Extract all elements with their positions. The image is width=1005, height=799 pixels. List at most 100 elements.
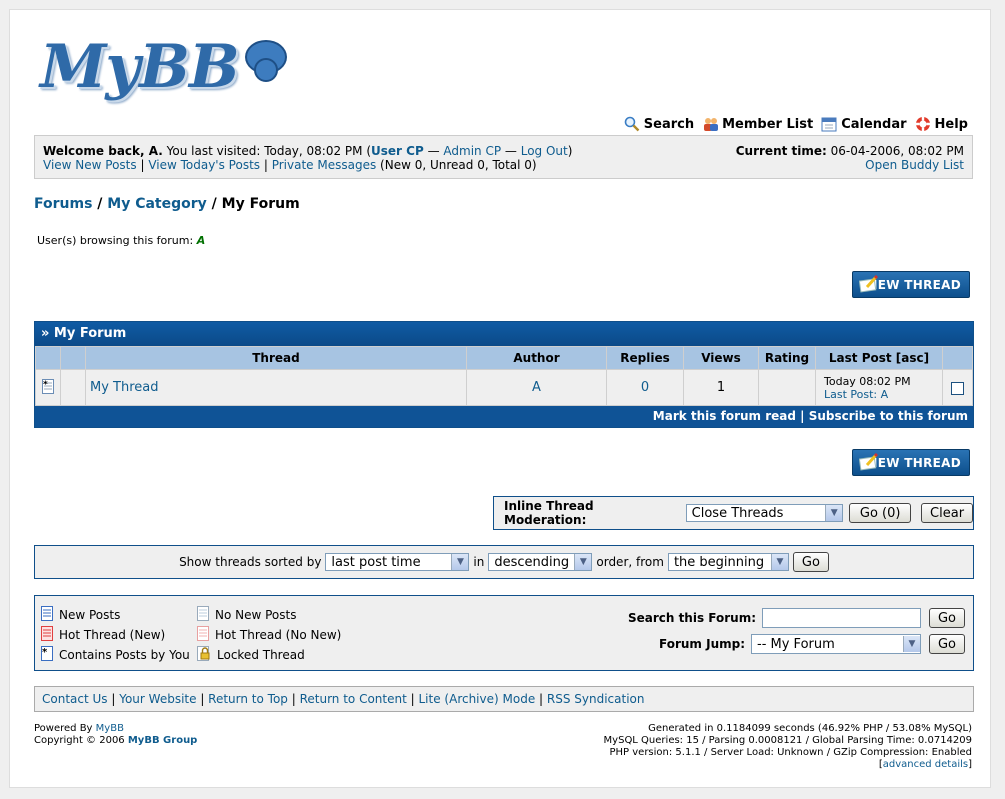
moderation-clear-button[interactable]: Clear <box>921 503 973 523</box>
forum-jump-label: Forum Jump: <box>659 637 745 651</box>
new-thread-icon <box>858 274 879 293</box>
inline-moderation-label: Inline Thread Moderation: <box>504 499 594 527</box>
search-forum-input[interactable] <box>762 608 921 628</box>
lite-archive-mode-link[interactable]: Lite (Archive) Mode <box>419 692 536 706</box>
legend-contains-yours: * Contains Posts by You <box>41 646 190 664</box>
thread-select-checkbox[interactable] <box>951 381 964 395</box>
legend-hot-no-new-label: Hot Thread (No New) <box>215 628 342 642</box>
rss-syndication-link[interactable]: RSS Syndication <box>547 692 645 706</box>
chevron-down-icon: ▼ <box>825 505 843 521</box>
thread-title-cell: My Thread <box>85 369 467 406</box>
private-messages-link[interactable]: Private Messages <box>272 158 377 172</box>
chevron-down-icon: ▼ <box>574 554 592 570</box>
col-replies[interactable]: Replies <box>606 346 684 370</box>
sort-in-label: in <box>473 555 485 569</box>
hot-thread-new-icon <box>41 626 53 644</box>
legend-new-posts: New Posts <box>41 606 120 624</box>
user-cp-link[interactable]: User CP <box>371 144 424 158</box>
col-rating[interactable]: Rating <box>758 346 816 370</box>
members-icon <box>702 116 719 132</box>
new-thread-button-bottom[interactable]: NEW THREAD <box>852 449 970 476</box>
search-forum-go-button[interactable]: Go <box>929 608 965 628</box>
chevron-down-icon: ▼ <box>451 554 469 570</box>
current-time-label: Current time: <box>735 144 827 158</box>
stats-line-1: Generated in 0.1184099 seconds (46.92% P… <box>648 723 972 734</box>
advanced-details-link[interactable]: advanced details <box>883 759 968 770</box>
menu-search-label: Search <box>643 116 695 132</box>
help-icon <box>915 116 931 132</box>
moderation-action-value: Close Threads <box>691 505 784 521</box>
footer-sep: | <box>795 409 809 423</box>
forum-jump-row: Forum Jump: -- My Forum ▼ Go <box>659 634 965 654</box>
new-thread-button-top[interactable]: NEW THREAD <box>852 271 970 298</box>
search-icon <box>624 116 640 132</box>
admin-cp-link[interactable]: Admin CP <box>443 144 501 158</box>
speech-bubble-small-icon <box>254 58 278 82</box>
thread-author-link[interactable]: A <box>532 380 541 395</box>
last-post-author-link[interactable]: A <box>881 388 889 401</box>
thread-link[interactable]: My Thread <box>90 380 159 395</box>
powered-by-label: Powered By <box>34 723 96 734</box>
moderation-go-button[interactable]: Go (0) <box>849 503 912 523</box>
forum-jump-go-button[interactable]: Go <box>929 634 965 654</box>
welcome-panel: Welcome back, A. You last visited: Today… <box>34 135 973 179</box>
sort-from-select[interactable]: the beginning ▼ <box>667 553 789 571</box>
thread-replies-link[interactable]: 0 <box>641 380 649 395</box>
menu-help-label: Help <box>934 116 968 132</box>
menu-member-list-label: Member List <box>722 116 814 132</box>
breadcrumb-category[interactable]: My Category <box>107 196 207 212</box>
forum-jump-select[interactable]: -- My Forum ▼ <box>751 634 921 654</box>
mybb-link[interactable]: MyBB <box>96 723 124 734</box>
col-thread[interactable]: Thread <box>85 346 467 370</box>
last-post-link[interactable]: Last Post: <box>824 388 881 401</box>
col-last-post[interactable]: Last Post [asc] <box>815 346 943 370</box>
col-views[interactable]: Views <box>683 346 759 370</box>
thread-select-cell <box>942 369 973 406</box>
mark-forum-read-link[interactable]: Mark this forum read <box>653 409 796 423</box>
copyright-label: Copyright © 2006 <box>34 735 128 746</box>
menu-help[interactable]: Help <box>915 116 968 132</box>
new-thread-label: NEW THREAD <box>867 277 961 292</box>
browsing-user[interactable]: A <box>197 234 206 247</box>
view-new-posts-link[interactable]: View New Posts <box>43 158 137 172</box>
bottom-links: Contact Us | Your Website | Return to To… <box>34 686 974 712</box>
thread-last-post-cell: Today 08:02 PM Last Post: A <box>815 369 943 406</box>
subscribe-forum-link[interactable]: Subscribe to this forum <box>809 409 968 423</box>
menu-search[interactable]: Search <box>624 116 694 132</box>
breadcrumb: Forums / My Category / My Forum <box>34 196 300 212</box>
mybb-group-link[interactable]: MyBB Group <box>128 735 197 746</box>
legend-hot-new-label: Hot Thread (New) <box>59 628 166 642</box>
svg-text:*: * <box>43 380 48 390</box>
forum-thread-table: » My Forum Thread Author Replies Views R… <box>34 321 974 428</box>
legend-hot-no-new: Hot Thread (No New) <box>197 626 341 644</box>
moderation-action-select[interactable]: Close Threads ▼ <box>685 504 844 522</box>
forum-table-footer: Mark this forum read | Subscribe to this… <box>35 406 973 427</box>
your-website-link[interactable]: Your Website <box>119 692 196 706</box>
forum-legend-box: New Posts Hot Thread (New) * Contains Po… <box>34 595 974 671</box>
lock-icon <box>197 646 211 664</box>
return-to-content-link[interactable]: Return to Content <box>300 692 407 706</box>
sort-from-value: the beginning <box>673 554 765 570</box>
contact-us-link[interactable]: Contact Us <box>42 692 108 706</box>
mybb-logo[interactable]: MyBB <box>40 32 290 122</box>
breadcrumb-sep: / <box>206 196 222 212</box>
col-author[interactable]: Author <box>466 346 607 370</box>
no-new-posts-icon <box>197 606 209 624</box>
menu-calendar[interactable]: Calendar <box>821 116 907 132</box>
current-time: 06-04-2006, 08:02 PM <box>826 144 964 158</box>
thread-replies-cell: 0 <box>606 369 684 406</box>
legend-hot-new: Hot Thread (New) <box>41 626 165 644</box>
chevron-down-icon: ▼ <box>770 554 788 570</box>
sort-by-select[interactable]: last post time ▼ <box>325 553 470 571</box>
return-to-top-link[interactable]: Return to Top <box>208 692 288 706</box>
debug-stats: Generated in 0.1184099 seconds (46.92% P… <box>603 723 972 770</box>
sort-threads-box: Show threads sorted by last post time ▼ … <box>34 545 974 579</box>
logout-link[interactable]: Log Out <box>521 144 568 158</box>
view-todays-posts-link[interactable]: View Today's Posts <box>148 158 260 172</box>
new-thread-icon <box>858 452 879 471</box>
open-buddy-list-link[interactable]: Open Buddy List <box>865 158 964 172</box>
menu-member-list[interactable]: Member List <box>702 116 813 132</box>
sort-order-select[interactable]: descending ▼ <box>488 553 593 571</box>
breadcrumb-forums[interactable]: Forums <box>34 196 92 212</box>
sort-go-button[interactable]: Go <box>792 552 829 572</box>
